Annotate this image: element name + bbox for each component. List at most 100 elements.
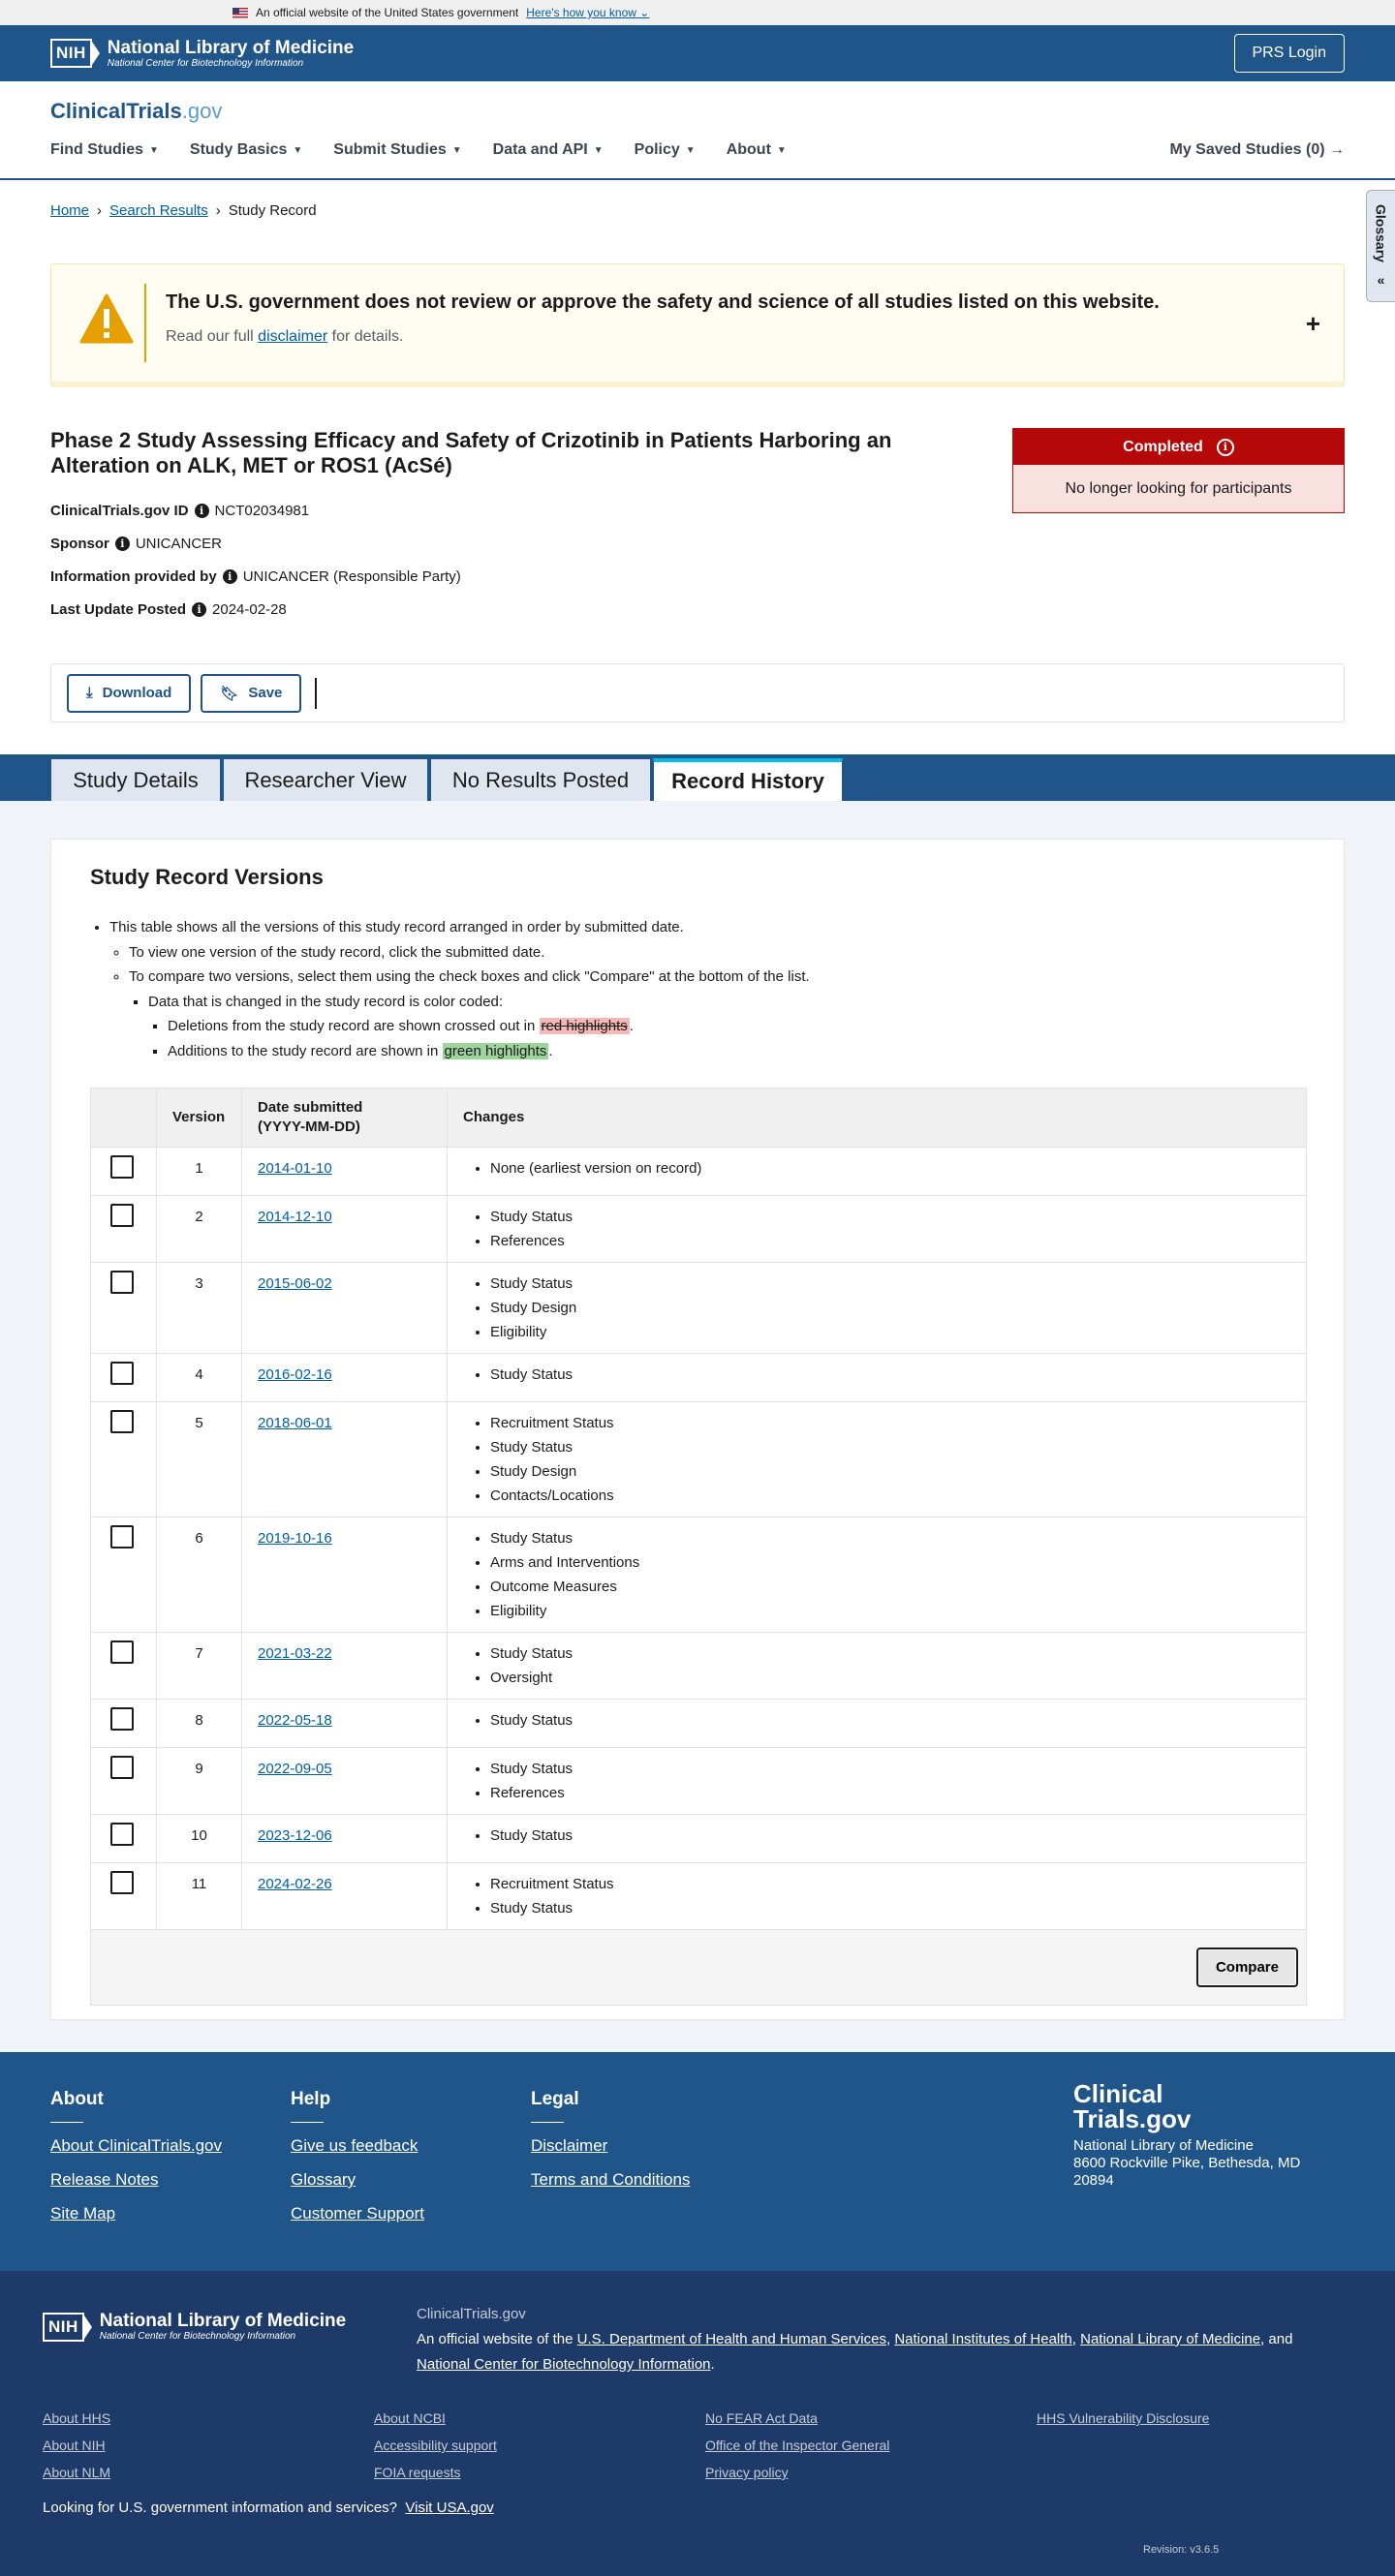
study-title: Phase 2 Study Assessing Efficacy and Saf… (50, 428, 892, 477)
footer-site-name: ClinicalTrials.gov (417, 2306, 526, 2322)
version-checkbox[interactable] (110, 1525, 134, 1549)
footer-link[interactable]: Site Map (50, 2204, 222, 2223)
footer-link[interactable]: About HHS (43, 2405, 110, 2432)
footer-link[interactable]: Privacy policy (705, 2459, 889, 2486)
version-checkbox[interactable] (110, 1362, 134, 1385)
version-checkbox[interactable] (110, 1823, 134, 1846)
footer-link[interactable]: Terms and Conditions (531, 2170, 690, 2190)
instr-coded: Data that is changed in the study record… (148, 990, 810, 1015)
hhs-link[interactable]: U.S. Department of Health and Human Serv… (577, 2331, 886, 2347)
col-date: Date submitted (YYYY-MM-DD) (241, 1088, 448, 1148)
footer-legal-title: Legal (531, 2089, 579, 2109)
info-circle-icon[interactable]: i (1216, 438, 1234, 456)
footer-link[interactable]: Give us feedback (291, 2136, 424, 2156)
footer-link[interactable]: Office of the Inspector General (705, 2432, 889, 2459)
chevron-down-icon: ▼ (451, 144, 462, 156)
change-item: Study Design (490, 1296, 1290, 1320)
footer-link[interactable]: FOIA requests (374, 2459, 497, 2486)
version-date-link[interactable]: 2022-09-05 (258, 1761, 332, 1777)
footer-nih-logo[interactable]: NIH National Library of Medicine Nationa… (43, 2312, 346, 2342)
ncbi-link[interactable]: National Center for Biotechnology Inform… (417, 2356, 711, 2373)
version-date-link[interactable]: 2018-06-01 (258, 1415, 332, 1431)
change-item: Eligibility (490, 1599, 1290, 1623)
breadcrumb-search-results[interactable]: Search Results (109, 202, 208, 219)
version-checkbox[interactable] (110, 1155, 134, 1179)
version-date-link[interactable]: 2019-10-16 (258, 1530, 332, 1547)
footer-link[interactable]: No FEAR Act Data (705, 2405, 889, 2432)
footer-link[interactable]: About NIH (43, 2432, 110, 2459)
footer-link[interactable]: About NLM (43, 2459, 110, 2486)
changes-cell: Recruitment StatusStudy Status (447, 1862, 1307, 1930)
nih-link[interactable]: National Institutes of Health (894, 2331, 1071, 2347)
footer-link[interactable]: Customer Support (291, 2204, 424, 2223)
version-date-link[interactable]: 2023-12-06 (258, 1827, 332, 1844)
version-checkbox[interactable] (110, 1204, 134, 1227)
compare-button[interactable]: Compare (1195, 1947, 1298, 1987)
version-checkbox[interactable] (110, 1271, 134, 1294)
version-checkbox[interactable] (110, 1871, 134, 1894)
glossary-tab[interactable]: Glossary « (1366, 190, 1395, 302)
version-checkbox[interactable] (110, 1641, 134, 1664)
change-item: Recruitment Status (490, 1872, 1290, 1896)
nav-study-basics[interactable]: Study Basics ▼ (190, 141, 302, 159)
date-cell: 2018-06-01 (241, 1401, 448, 1518)
version-date-link[interactable]: 2021-03-22 (258, 1645, 332, 1662)
version-checkbox[interactable] (110, 1410, 134, 1433)
changes-cell: None (earliest version on record) (447, 1147, 1307, 1196)
nav-submit-studies[interactable]: Submit Studies ▼ (333, 141, 461, 159)
nav-about[interactable]: About ▼ (727, 141, 787, 159)
version-checkbox[interactable] (110, 1756, 134, 1779)
version-date-link[interactable]: 2014-01-10 (258, 1160, 332, 1177)
nih-badge: NIH (43, 2312, 84, 2342)
expand-plus-icon[interactable]: + (1306, 309, 1320, 339)
version-date-link[interactable]: 2014-12-10 (258, 1209, 332, 1225)
usa-gov-link[interactable]: Visit USA.gov (405, 2499, 493, 2516)
change-item: Study Status (490, 1896, 1290, 1920)
disclaimer-link[interactable]: disclaimer (258, 328, 327, 345)
version-number: 8 (156, 1699, 242, 1748)
footer-help: Help Give us feedback Glossary Customer … (291, 2089, 424, 2238)
info-icon[interactable]: i (222, 569, 237, 584)
version-date-link[interactable]: 2016-02-16 (258, 1366, 332, 1383)
footer-link[interactable]: Glossary (291, 2170, 424, 2190)
nih-logo[interactable]: NIH National Library of Medicine Nationa… (50, 38, 354, 69)
nav-data-api[interactable]: Data and API ▼ (493, 141, 604, 159)
how-you-know-link[interactable]: Here's how you know ⌄ (526, 6, 649, 19)
row-select-cell (90, 1632, 157, 1700)
version-checkbox[interactable] (110, 1707, 134, 1731)
tab-record-history[interactable]: Record History (653, 758, 843, 801)
nav-find-studies[interactable]: Find Studies ▼ (50, 141, 159, 159)
footer-link[interactable]: HHS Vulnerability Disclosure (1037, 2405, 1209, 2432)
tab-no-results[interactable]: No Results Posted (430, 758, 651, 801)
info-icon[interactable]: i (192, 602, 207, 617)
version-number: 5 (156, 1401, 242, 1518)
breadcrumb-home[interactable]: Home (50, 202, 89, 219)
version-date-link[interactable]: 2022-05-18 (258, 1712, 332, 1729)
my-saved-studies-link[interactable]: My Saved Studies (0) → (1170, 141, 1346, 159)
footer-link[interactable]: Accessibility support (374, 2432, 497, 2459)
footer-link[interactable]: About NCBI (374, 2405, 497, 2432)
change-item: References (490, 1229, 1290, 1253)
change-item: Arms and Interventions (490, 1550, 1290, 1575)
footer-logo[interactable]: Clinical Trials.gov (1073, 2081, 1300, 2131)
nih-chevron-icon (81, 2312, 92, 2342)
nav-policy[interactable]: Policy ▼ (635, 141, 696, 159)
save-button[interactable]: 🔖︎ Save (201, 673, 302, 713)
clinicaltrials-logo[interactable]: ClinicalTrials.gov (50, 99, 1345, 124)
footer-link[interactable]: Disclaimer (531, 2136, 690, 2156)
info-icon[interactable]: i (194, 504, 209, 518)
version-date-link[interactable]: 2015-06-02 (258, 1275, 332, 1292)
tab-study-details[interactable]: Study Details (50, 758, 221, 801)
download-button[interactable]: ⤓ Download (67, 673, 192, 713)
tab-researcher-view[interactable]: Researcher View (223, 758, 428, 801)
info-icon[interactable]: i (114, 537, 130, 551)
footer-link[interactable]: Release Notes (50, 2170, 222, 2190)
version-date-link[interactable]: 2024-02-26 (258, 1876, 332, 1892)
table-row: 5 2018-06-01 Recruitment StatusStudy Statu… (90, 1401, 1307, 1518)
prs-login-button[interactable]: PRS Login (1233, 34, 1345, 73)
footer-links-col3: No FEAR Act Data Office of the Inspector… (705, 2405, 889, 2486)
nlm-link[interactable]: National Library of Medicine (1080, 2331, 1260, 2347)
footer-link[interactable]: About ClinicalTrials.gov (50, 2136, 222, 2156)
disclaimer-title: The U.S. government does not review or a… (166, 291, 1160, 313)
chevron-down-icon: ▼ (776, 144, 787, 156)
